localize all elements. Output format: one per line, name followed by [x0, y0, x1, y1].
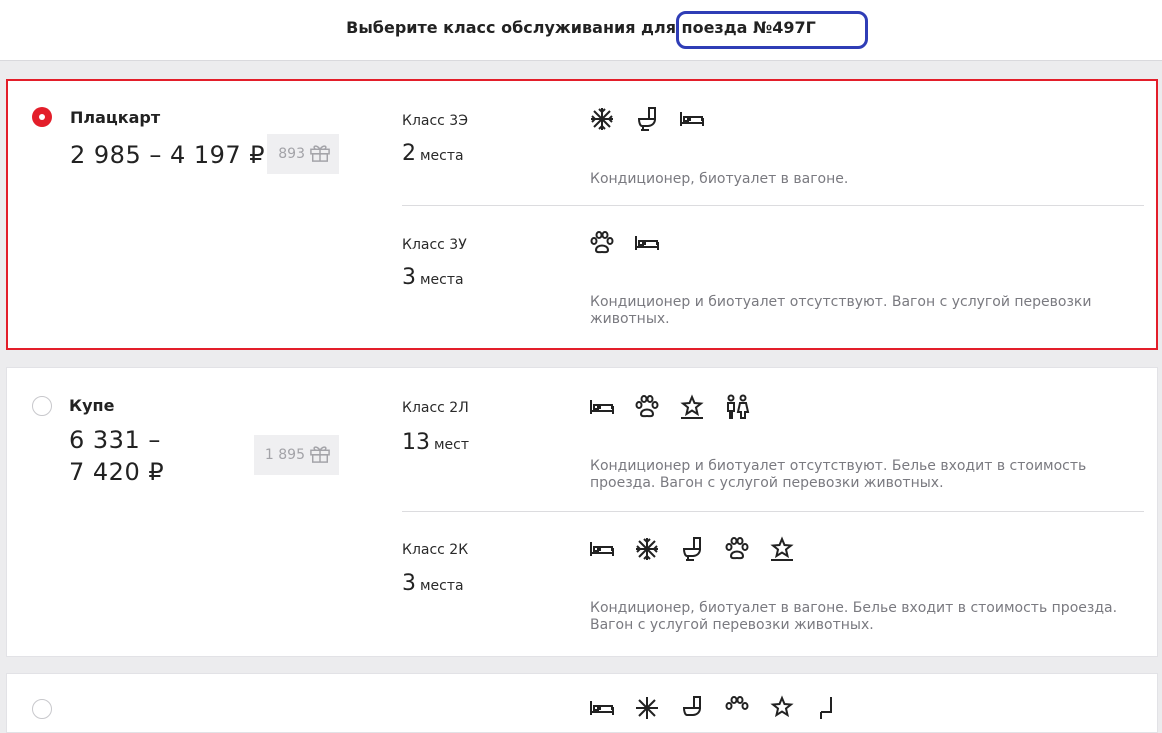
gift-icon — [309, 443, 331, 467]
amenity-description: Кондиционер, биотуалет в вагоне. — [590, 171, 849, 187]
seats-number: 3 — [402, 265, 416, 290]
price-range-line1: 6 331 – — [69, 426, 161, 454]
bonus-value: 1 895 — [264, 447, 305, 463]
seats-word: места — [420, 272, 464, 288]
seats-count: 3 места — [402, 571, 464, 596]
seats-number: 2 — [402, 141, 416, 166]
amenity-description: Кондиционер и биотуалет отсутствуют. Ваг… — [590, 294, 1092, 327]
row-divider — [402, 511, 1144, 512]
seats-word: места — [420, 148, 464, 164]
seats-number: 3 — [402, 571, 416, 596]
star-icon — [678, 393, 706, 421]
paw-icon — [633, 393, 661, 421]
seats-count: 2 места — [402, 141, 464, 166]
seat-icon — [813, 694, 841, 722]
seats-word: места — [420, 578, 464, 594]
seats-count: 3 места — [402, 265, 464, 290]
bed-icon — [678, 105, 706, 133]
row-divider — [402, 205, 1144, 206]
sub-class-label: Класс 3Э — [402, 113, 468, 129]
bed-icon — [588, 535, 616, 563]
bed-icon — [588, 393, 616, 421]
radio-partial[interactable] — [32, 699, 52, 719]
seats-word: мест — [434, 437, 470, 453]
amenity-icons — [588, 694, 858, 722]
star-icon — [768, 535, 796, 563]
paw-icon — [588, 229, 616, 257]
people-icon — [723, 393, 751, 421]
toilet-icon — [678, 535, 706, 563]
amenity-icons — [588, 393, 768, 421]
bed-icon — [633, 229, 661, 257]
toilet-icon — [633, 105, 661, 133]
bonus-points[interactable]: 893 — [267, 134, 339, 174]
snowflake-icon — [633, 535, 661, 563]
amenity-description: Кондиционер и биотуалет отсутствуют. Бел… — [590, 458, 1087, 491]
sub-class-label: Класс 2Л — [402, 400, 469, 416]
service-class-card-kupe[interactable]: Купе 6 331 – 7 420 ₽ 1 895 Класс 2Л 13 м… — [6, 367, 1158, 657]
price-range-line2: 7 420 ₽ — [69, 458, 165, 486]
price-range: 2 985 – 4 197 ₽ — [70, 141, 266, 169]
amenity-icons — [588, 229, 678, 257]
paw-icon — [723, 535, 751, 563]
class-name: Плацкарт — [70, 108, 161, 127]
page-title: Выберите класс обслуживания для поезда №… — [346, 18, 816, 37]
snowflake-icon — [588, 105, 616, 133]
amenity-description: Кондиционер, биотуалет в вагоне. Белье в… — [590, 600, 1118, 633]
bonus-points[interactable]: 1 895 — [254, 435, 339, 475]
train-number-highlight — [676, 11, 868, 49]
seats-count: 13 мест — [402, 430, 469, 455]
amenity-icons — [588, 105, 723, 133]
service-class-card-partial[interactable] — [6, 673, 1158, 733]
amenity-icons — [588, 535, 813, 563]
bed-icon — [588, 694, 616, 722]
paw-icon — [723, 694, 751, 722]
radio-platzkart[interactable] — [32, 107, 52, 127]
sub-class-label: Класс 2К — [402, 542, 469, 558]
snowflake-icon — [633, 694, 661, 722]
toilet-icon — [678, 694, 706, 722]
gift-icon — [309, 142, 331, 166]
seats-number: 13 — [402, 430, 430, 455]
bonus-value: 893 — [278, 146, 305, 162]
sub-class-label: Класс 3У — [402, 237, 467, 253]
page-header: Выберите класс обслуживания для поезда №… — [0, 0, 1162, 61]
star-icon — [768, 694, 796, 722]
class-name: Купе — [69, 396, 115, 415]
service-class-card-platzkart[interactable]: Плацкарт 2 985 – 4 197 ₽ 893 Класс 3Э 2 … — [6, 79, 1158, 350]
radio-kupe[interactable] — [32, 396, 52, 416]
